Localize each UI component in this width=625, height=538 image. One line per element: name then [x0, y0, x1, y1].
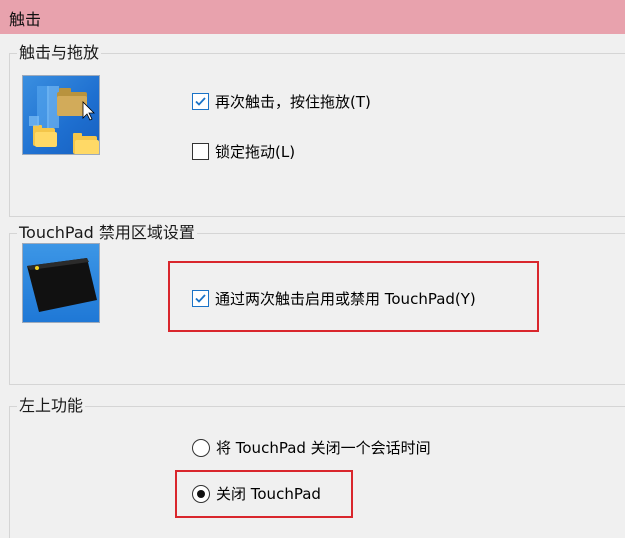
touchpad-settings-page: 触击 触击与拖放 再次触击，按住拖放(T) 锁定拖动(L) TouchPad 禁… — [0, 0, 625, 538]
disable-area-group-title: TouchPad 禁用区域设置 — [17, 223, 197, 243]
tap-drag-group: 触击与拖放 — [9, 43, 625, 217]
tap-drag-group-title: 触击与拖放 — [17, 43, 102, 63]
disable-session-option[interactable]: 将 TouchPad 关闭一个会话时间 — [192, 437, 431, 458]
lock-drag-checkbox[interactable] — [192, 143, 209, 160]
page-title: 触击 — [9, 10, 42, 29]
tap-drag-label: 再次触击，按住拖放(T) — [215, 93, 371, 111]
touchpad-icon — [27, 258, 97, 312]
disable-session-label: 将 TouchPad 关闭一个会话时间 — [216, 439, 431, 457]
touchpad-illustration — [22, 243, 100, 323]
highlight-box-double-tap — [168, 261, 539, 332]
tap-drag-illustration — [22, 75, 100, 155]
disable-session-radio[interactable] — [192, 438, 210, 457]
lock-drag-label: 锁定拖动(L) — [215, 143, 296, 161]
highlight-box-disable-touchpad — [175, 470, 353, 518]
header-bar: 触击 — [0, 0, 625, 34]
checkmark-icon — [195, 97, 206, 106]
tap-drag-checkbox[interactable] — [192, 93, 209, 110]
folder-drag-icon — [29, 86, 99, 154]
tap-drag-option[interactable]: 再次触击，按住拖放(T) — [192, 91, 371, 112]
upper-left-function-group-title: 左上功能 — [17, 396, 86, 416]
lock-drag-option[interactable]: 锁定拖动(L) — [192, 141, 295, 162]
